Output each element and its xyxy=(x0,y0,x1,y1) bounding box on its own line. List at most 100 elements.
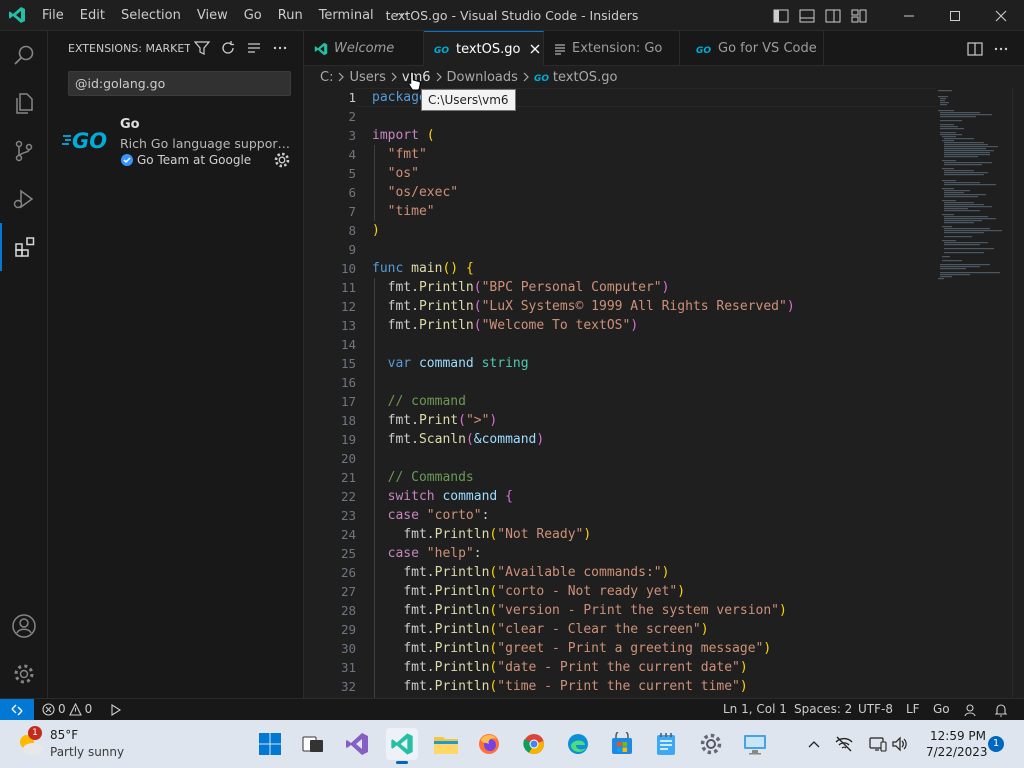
debug-run-icon[interactable] xyxy=(108,699,122,720)
settings-icon[interactable] xyxy=(695,728,727,760)
clock-date: 7/22/2023 xyxy=(926,745,988,759)
refresh-icon[interactable] xyxy=(218,38,238,58)
remote-desktop-icon[interactable] xyxy=(739,728,771,760)
tab-textos-go[interactable]: GO textOS.go xyxy=(424,31,544,66)
source-control-icon[interactable] xyxy=(0,127,48,175)
menu-run[interactable]: Run xyxy=(270,0,311,31)
code-line: func main() { xyxy=(372,261,474,276)
line-number: 27 xyxy=(340,584,356,599)
breadcrumb-item[interactable]: C: xyxy=(320,70,333,85)
edge-icon[interactable] xyxy=(562,728,594,760)
chevron-right-icon xyxy=(435,72,443,82)
feedback-icon[interactable] xyxy=(964,699,978,720)
toggle-secondary-sidebar-icon[interactable] xyxy=(820,0,846,31)
customize-layout-icon[interactable] xyxy=(846,0,872,31)
code-line: fmt.Println("version - Print the system … xyxy=(403,603,787,618)
network-disconnected-icon[interactable] xyxy=(834,734,854,754)
more-actions-icon[interactable] xyxy=(270,38,290,58)
code-line: fmt.Print(">") xyxy=(387,413,498,428)
line-number: 19 xyxy=(340,432,356,447)
indentation[interactable]: Spaces: 2 xyxy=(794,699,852,720)
tab-go-for-vscode[interactable]: GO Go for VS Code xyxy=(680,31,824,66)
file-explorer-icon[interactable] xyxy=(430,728,462,760)
menu-selection[interactable]: Selection xyxy=(113,0,189,31)
remote-indicator-icon[interactable] xyxy=(0,699,34,720)
problems-indicator[interactable]: 0 0 xyxy=(42,699,92,720)
tab-extension-go[interactable]: Extension: Go xyxy=(544,31,680,66)
editor-more-actions-icon[interactable] xyxy=(991,39,1011,59)
menu-go[interactable]: Go xyxy=(236,0,270,31)
line-number: 2 xyxy=(348,109,356,124)
system-clock[interactable]: 12:59 PM 7/22/2023 xyxy=(926,728,988,760)
line-number: 17 xyxy=(340,394,356,409)
error-count: 0 xyxy=(58,702,66,716)
go-extension-logo-icon: GO xyxy=(62,129,107,153)
line-number: 12 xyxy=(340,299,356,314)
filter-icon[interactable] xyxy=(192,38,212,58)
volume-icon[interactable] xyxy=(890,734,910,754)
maximize-icon[interactable] xyxy=(932,0,978,31)
search-icon[interactable] xyxy=(0,31,48,79)
accounts-icon[interactable] xyxy=(0,602,48,650)
editor-tab-bar: Welcome GO textOS.go Extension: Go GO Go… xyxy=(304,31,1024,66)
end-of-line[interactable]: LF xyxy=(906,699,920,720)
sidebar-title: EXTENSIONS: MARKET... xyxy=(68,41,190,55)
display-icon[interactable] xyxy=(868,734,888,754)
task-view-icon[interactable] xyxy=(297,728,329,760)
visual-studio-icon[interactable] xyxy=(341,728,373,760)
tab-welcome[interactable]: Welcome xyxy=(304,31,424,66)
menu-edit[interactable]: Edit xyxy=(72,0,113,31)
minimize-icon[interactable] xyxy=(886,0,932,31)
clear-extensions-icon[interactable] xyxy=(244,38,264,58)
encoding[interactable]: UTF-8 xyxy=(858,699,893,720)
notification-center-badge[interactable]: 1 xyxy=(988,736,1004,752)
menu-view[interactable]: View xyxy=(189,0,236,31)
cursor-position[interactable]: Ln 1, Col 1 xyxy=(723,699,787,720)
menu-terminal[interactable]: Terminal xyxy=(311,0,382,31)
code-editor[interactable]: 1 2 3 4 5 6 7 8 9 10 11 12 13 14 15 16 1… xyxy=(304,88,1024,698)
manage-gear-icon[interactable] xyxy=(0,650,48,698)
line-number: 8 xyxy=(348,223,356,238)
explorer-icon[interactable] xyxy=(0,79,48,127)
verified-publisher-icon xyxy=(121,154,133,166)
svg-text:GO: GO xyxy=(434,46,449,54)
start-button-icon[interactable] xyxy=(254,728,286,760)
toggle-panel-icon[interactable] xyxy=(794,0,820,31)
weather-widget[interactable]: 1 85°F Partly sunny xyxy=(16,726,126,762)
extensions-search-input[interactable] xyxy=(68,71,291,96)
breadcrumb-item[interactable]: Downloads xyxy=(447,70,518,85)
line-number: 1 xyxy=(348,90,356,105)
chrome-icon[interactable] xyxy=(518,728,550,760)
show-hidden-icons-chevron-up-icon[interactable] xyxy=(804,734,824,754)
vscode-insiders-logo-icon[interactable] xyxy=(0,0,34,31)
notepad-icon[interactable] xyxy=(650,728,682,760)
chevron-right-icon xyxy=(390,72,398,82)
breadcrumb-item[interactable]: textOS.go xyxy=(553,70,617,85)
extension-list-item[interactable]: GO Go Rich Go language support f... Go T… xyxy=(48,111,303,173)
extensions-icon[interactable] xyxy=(0,223,48,271)
line-number: 29 xyxy=(340,622,356,637)
split-editor-icon[interactable] xyxy=(965,39,985,59)
vscode-insiders-taskbar-icon[interactable] xyxy=(386,728,418,764)
language-mode[interactable]: Go xyxy=(933,699,950,720)
notifications-bell-icon[interactable] xyxy=(994,699,1008,720)
firefox-icon[interactable] xyxy=(473,728,505,760)
run-and-debug-icon[interactable] xyxy=(0,175,48,223)
tab-label: Go for VS Code xyxy=(718,41,817,56)
vertical-scrollbar[interactable] xyxy=(1012,88,1024,698)
code-line: fmt.Println("Welcome To textOS") xyxy=(387,318,639,333)
close-tab-icon[interactable] xyxy=(530,44,540,54)
line-number: 28 xyxy=(340,603,356,618)
code-line: "fmt" xyxy=(387,147,427,162)
microsoft-store-icon[interactable] xyxy=(606,728,638,760)
status-bar: 0 0 Ln 1, Col 1 Spaces: 2 UTF-8 LF Go xyxy=(0,698,1024,720)
breadcrumb-item[interactable]: Users xyxy=(349,70,385,85)
close-window-icon[interactable] xyxy=(978,0,1024,31)
code-line: fmt.Println("clear - Clear the screen") xyxy=(403,622,709,637)
menu-file[interactable]: File xyxy=(34,0,72,31)
extension-settings-gear-icon[interactable] xyxy=(273,151,291,169)
extension-publisher: Go Team at Google xyxy=(120,153,251,167)
menu-more[interactable]: ··· xyxy=(382,0,416,31)
toggle-primary-sidebar-icon[interactable] xyxy=(768,0,794,31)
minimap[interactable] xyxy=(936,88,1008,288)
